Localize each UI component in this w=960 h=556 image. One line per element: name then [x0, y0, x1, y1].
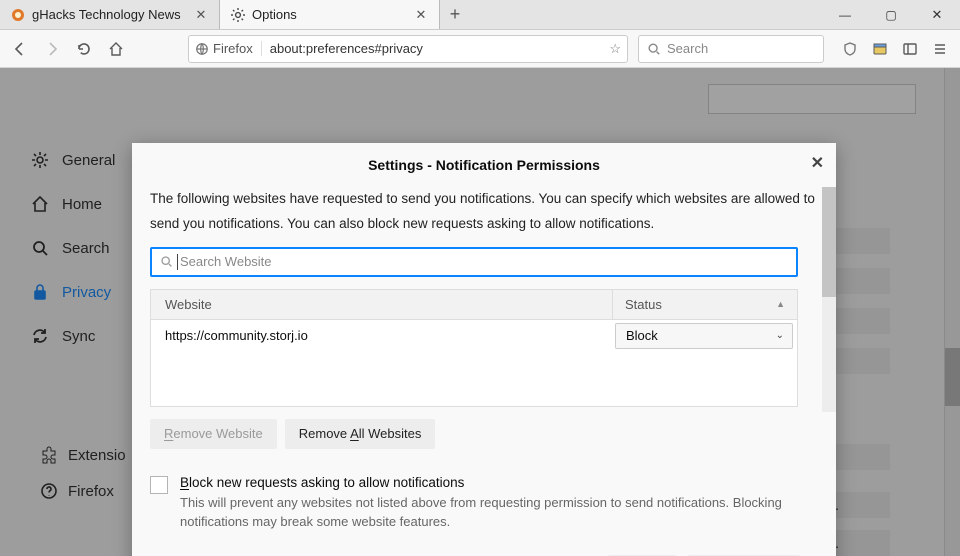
url-text: about:preferences#privacy: [270, 41, 604, 56]
identity-box[interactable]: Firefox: [195, 41, 262, 56]
table-row[interactable]: https://community.storj.io Block ⌄: [151, 320, 797, 352]
tab-label: Options: [252, 7, 413, 22]
close-icon[interactable]: ✕: [413, 7, 429, 23]
extension-icon[interactable]: [866, 35, 894, 63]
block-new-requests-label[interactable]: Block new requests asking to allow notif…: [180, 475, 800, 490]
back-button[interactable]: [6, 35, 34, 63]
ublock-icon[interactable]: [836, 35, 864, 63]
close-icon[interactable]: ✕: [193, 7, 209, 23]
sort-indicator-icon: ▲: [776, 299, 785, 309]
text-caret: [177, 254, 178, 270]
ghacks-favicon-icon: [10, 7, 26, 23]
block-new-requests-checkbox[interactable]: [150, 476, 168, 494]
site-url: https://community.storj.io: [151, 328, 615, 343]
search-website-input[interactable]: Search Website: [150, 247, 798, 277]
new-tab-button[interactable]: +: [440, 0, 470, 29]
chevron-down-icon: ⌄: [776, 330, 784, 341]
search-placeholder: Search Website: [180, 254, 272, 269]
block-new-requests-desc: This will prevent any websites not liste…: [180, 494, 800, 532]
dialog-description: The following websites have requested to…: [150, 187, 818, 237]
remove-all-websites-button[interactable]: Remove All Websites: [285, 419, 436, 449]
col-website[interactable]: Website: [151, 290, 613, 319]
menu-icon[interactable]: [926, 35, 954, 63]
home-button[interactable]: [102, 35, 130, 63]
scrollbar-thumb[interactable]: [822, 187, 836, 297]
dialog-scrollbar[interactable]: [822, 187, 836, 412]
search-bar[interactable]: Search: [638, 35, 824, 63]
preferences-content: General Home Search Privacy Sync Extensi…: [0, 68, 960, 556]
window-maximize-button[interactable]: [868, 0, 914, 29]
notification-permissions-dialog: Settings - Notification Permissions ✕ Th…: [132, 143, 836, 556]
tab-label: gHacks Technology News: [32, 7, 193, 22]
bookmark-star-icon[interactable]: ☆: [609, 41, 621, 57]
forward-button[interactable]: [38, 35, 66, 63]
nav-toolbar: Firefox about:preferences#privacy ☆ Sear…: [0, 30, 960, 68]
sidebar-icon[interactable]: [896, 35, 924, 63]
permissions-table: Website Status ▲ https://community.storj…: [150, 289, 798, 407]
remove-website-button[interactable]: Remove Website: [150, 419, 277, 449]
tab-options[interactable]: Options ✕: [220, 0, 440, 29]
dialog-header: Settings - Notification Permissions ✕: [132, 143, 836, 187]
gear-icon: [230, 7, 246, 23]
tab-ghacks[interactable]: gHacks Technology News ✕: [0, 0, 220, 29]
status-value: Block: [626, 328, 658, 343]
url-bar[interactable]: Firefox about:preferences#privacy ☆: [188, 35, 628, 63]
col-status[interactable]: Status ▲: [613, 297, 797, 312]
table-header: Website Status ▲: [151, 290, 797, 320]
window-close-button[interactable]: [914, 0, 960, 29]
identity-label: Firefox: [213, 41, 253, 56]
window-minimize-button[interactable]: [822, 0, 868, 29]
tab-strip: gHacks Technology News ✕ Options ✕ +: [0, 0, 960, 30]
reload-button[interactable]: [70, 35, 98, 63]
search-placeholder: Search: [667, 41, 708, 56]
dialog-close-button[interactable]: ✕: [811, 153, 824, 173]
status-select[interactable]: Block ⌄: [615, 323, 793, 349]
dialog-title: Settings - Notification Permissions: [368, 157, 600, 173]
